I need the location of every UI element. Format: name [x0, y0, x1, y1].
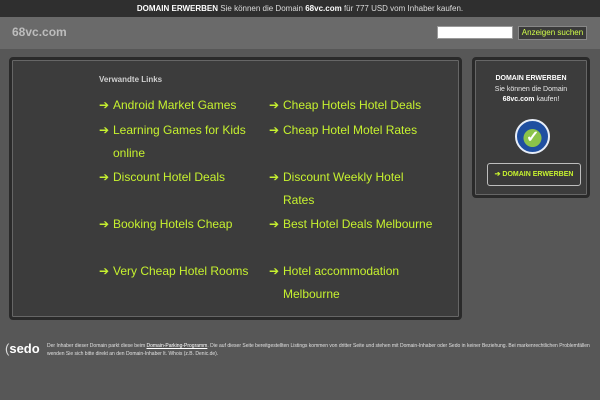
- domain-title: 68vc.com: [12, 25, 67, 39]
- related-link-label: Booking Hotels Cheap: [113, 217, 233, 231]
- footer-text-1: Der Inhaber dieser Domain parkt diese be…: [47, 343, 146, 349]
- footer-disclaimer: Der Inhaber dieser Domain parkt diese be…: [47, 342, 595, 358]
- arrow-right-icon: ➔: [269, 217, 280, 231]
- arrow-right-icon: ➔: [99, 123, 110, 137]
- related-link-label: Discount Weekly Hotel Rates: [283, 170, 404, 207]
- buy-domain-button-label: DOMAIN ERWERBEN: [502, 171, 574, 178]
- arrow-right-icon: ➔: [269, 123, 280, 137]
- arrow-right-icon: ➔: [99, 264, 110, 278]
- sedo-logo: (sedo: [5, 341, 40, 356]
- buy-domain-panel: DOMAIN ERWERBEN Sie können die Domain 68…: [472, 57, 590, 198]
- arrow-right-icon: ➔: [99, 217, 110, 231]
- search-input[interactable]: [437, 26, 513, 39]
- arrow-right-icon: ➔: [494, 171, 501, 178]
- related-link-label: Very Cheap Hotel Rooms: [113, 264, 249, 278]
- checkmark-icon: ✓: [526, 129, 540, 146]
- buy-domain-text-line-2: 68vc.com kaufen!: [475, 96, 587, 103]
- related-link[interactable]: ➔ Very Cheap Hotel Rooms: [99, 260, 264, 283]
- arrow-right-icon: ➔: [269, 264, 280, 278]
- top-banner-title: DOMAIN ERWERBEN: [136, 4, 219, 13]
- related-link[interactable]: ➔ Discount Weekly Hotel Rates: [269, 166, 434, 211]
- buy-domain-text: Sie können die Domain: [494, 86, 568, 93]
- related-links-heading: Verwandte Links: [99, 75, 163, 84]
- related-link-label: Cheap Hotel Motel Rates: [283, 123, 418, 137]
- trust-seal-icon: ✓: [515, 119, 550, 154]
- site-header: 68vc.com Anzeigen suchen: [0, 17, 600, 49]
- related-links-panel: Verwandte Links ➔ Android Market Games ➔…: [9, 57, 462, 320]
- sedo-logo-text: sedo: [9, 341, 40, 356]
- related-link-label: Discount Hotel Deals: [113, 170, 226, 184]
- footer: (sedo Der Inhaber dieser Domain parkt di…: [0, 333, 600, 400]
- related-link[interactable]: ➔ Cheap Hotels Hotel Deals: [269, 94, 434, 117]
- arrow-right-icon: ➔: [99, 170, 110, 184]
- related-link[interactable]: ➔ Cheap Hotel Motel Rates: [269, 119, 434, 142]
- buy-domain-button[interactable]: ➔ DOMAIN ERWERBEN: [487, 163, 581, 186]
- search-button[interactable]: Anzeigen suchen: [518, 26, 587, 40]
- related-link[interactable]: ➔ Booking Hotels Cheap: [99, 213, 264, 236]
- top-banner: DOMAIN ERWERBEN Sie können die Domain 68…: [0, 0, 600, 17]
- top-banner-price-text: für 777 USD vom Inhaber kaufen.: [343, 4, 464, 13]
- arrow-right-icon: ➔: [269, 170, 280, 184]
- related-link-label: Best Hotel Deals Melbourne: [283, 217, 433, 231]
- related-link[interactable]: ➔ Best Hotel Deals Melbourne: [269, 213, 434, 236]
- buy-domain-name: 68vc.com: [502, 96, 535, 103]
- related-link-label: Hotel accommodation Melbourne: [283, 264, 400, 301]
- related-link-label: Cheap Hotels Hotel Deals: [283, 98, 422, 112]
- related-link-label: Learning Games for Kids online: [113, 123, 246, 160]
- related-link[interactable]: ➔ Discount Hotel Deals: [99, 166, 264, 189]
- arrow-right-icon: ➔: [269, 98, 280, 112]
- arrow-right-icon: ➔: [99, 98, 110, 112]
- top-banner-domain: 68vc.com: [305, 4, 342, 13]
- buy-domain-suffix: kaufen!: [536, 96, 560, 103]
- buy-domain-title: DOMAIN ERWERBEN: [495, 75, 567, 82]
- top-banner-text: Sie können die Domain: [220, 4, 303, 13]
- related-link[interactable]: ➔ Hotel accommodation Melbourne: [269, 260, 434, 305]
- related-link[interactable]: ➔ Android Market Games: [99, 94, 264, 117]
- related-link[interactable]: ➔ Learning Games for Kids online: [99, 119, 264, 164]
- related-link-label: Android Market Games: [113, 98, 237, 112]
- domain-parking-link[interactable]: Domain-Parking-Programm: [147, 343, 208, 349]
